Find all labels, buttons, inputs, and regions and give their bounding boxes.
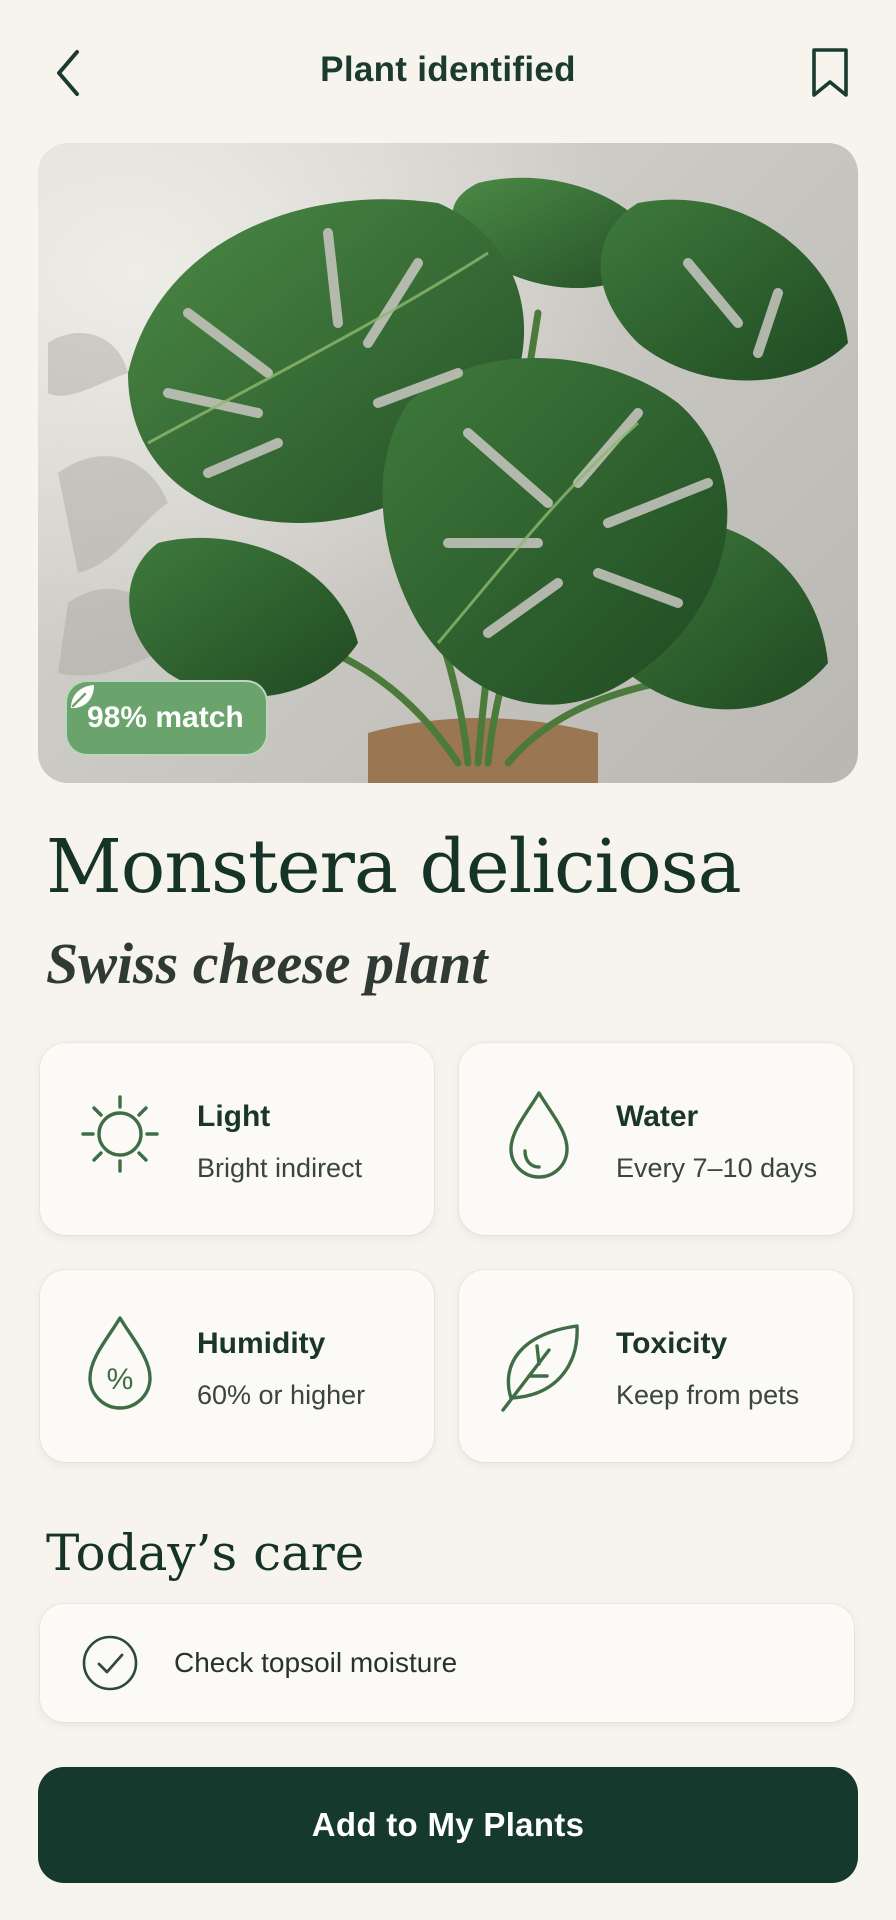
- care-label: Water: [616, 1100, 699, 1133]
- care-label: Light: [197, 1100, 271, 1133]
- page-title: Plant identified: [320, 50, 576, 89]
- match-label: 98% match: [87, 701, 244, 734]
- leaf-outline-icon: [501, 1324, 579, 1412]
- scientific-name: Monstera deliciosa: [46, 824, 742, 910]
- care-label: Toxicity: [616, 1327, 728, 1360]
- plant-detail-screen: Plant identified 98% match Monstera deli…: [0, 0, 896, 1920]
- match-badge: 98% match: [65, 680, 268, 756]
- care-value: 60% or higher: [197, 1380, 366, 1410]
- leaf-icon: [71, 685, 94, 708]
- top-bar: Plant identified: [0, 0, 896, 146]
- common-name: Swiss cheese plant: [46, 931, 488, 996]
- care-card-water: Water Every 7–10 days: [459, 1043, 853, 1235]
- sun-icon: [81, 1095, 159, 1173]
- bookmark-button[interactable]: [800, 40, 860, 106]
- care-card-toxicity: Toxicity Keep from pets: [459, 1270, 853, 1462]
- section-title: Today’s care: [46, 1524, 365, 1582]
- care-label: Humidity: [197, 1327, 326, 1360]
- plant-photo: 98% match: [38, 143, 858, 783]
- check-circle-icon[interactable]: [80, 1633, 140, 1693]
- svg-text:%: %: [107, 1363, 134, 1396]
- care-task-item[interactable]: Check topsoil moisture: [40, 1604, 854, 1722]
- bookmark-icon: [812, 48, 848, 97]
- task-label: Check topsoil moisture: [174, 1647, 458, 1678]
- care-card-humidity: % Humidity 60% or higher: [40, 1270, 434, 1462]
- add-to-my-plants-button[interactable]: Add to My Plants: [38, 1767, 858, 1883]
- care-value: Keep from pets: [616, 1380, 800, 1410]
- care-card-light: Light Bright indirect: [40, 1043, 434, 1235]
- care-value: Every 7–10 days: [616, 1153, 818, 1183]
- water-drop-icon: [509, 1091, 569, 1179]
- humidity-icon: %: [88, 1316, 152, 1410]
- care-value: Bright indirect: [197, 1153, 363, 1183]
